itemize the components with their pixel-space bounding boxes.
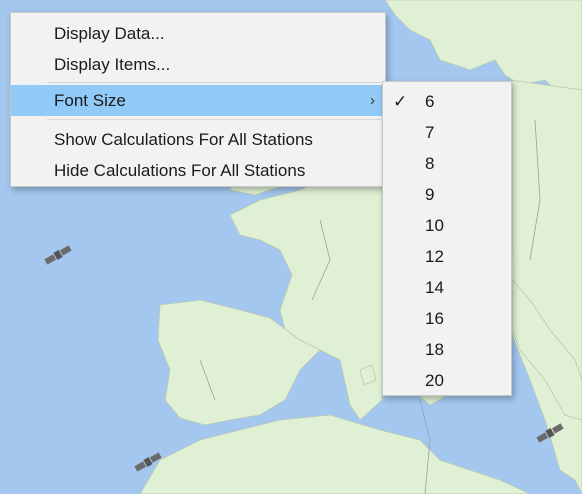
font-size-option[interactable]: 9 — [383, 179, 511, 210]
menu-separator — [47, 119, 381, 120]
font-size-option[interactable]: 20 — [383, 365, 511, 396]
font-size-label: 10 — [425, 216, 444, 235]
menu-item-display-items[interactable]: Display Items... — [11, 49, 385, 80]
font-size-label: 14 — [425, 278, 444, 297]
font-size-option[interactable]: 14 — [383, 272, 511, 303]
font-size-option[interactable]: 7 — [383, 117, 511, 148]
context-menu: Display Data... Display Items... Font Si… — [10, 12, 386, 187]
menu-item-hide-calculations[interactable]: Hide Calculations For All Stations — [11, 155, 385, 186]
menu-item-label: Hide Calculations For All Stations — [54, 161, 306, 180]
menu-item-label: Font Size — [54, 91, 126, 110]
menu-item-label: Show Calculations For All Stations — [54, 130, 313, 149]
menu-item-label: Display Data... — [54, 24, 165, 43]
menu-item-font-size[interactable]: Font Size › — [11, 85, 385, 116]
menu-item-label: Display Items... — [54, 55, 171, 74]
font-size-label: 9 — [425, 185, 435, 204]
font-size-label: 20 — [425, 371, 444, 390]
font-size-label: 6 — [425, 92, 435, 111]
chevron-right-icon: › — [370, 92, 375, 109]
font-size-option[interactable]: 16 — [383, 303, 511, 334]
font-size-label: 12 — [425, 247, 444, 266]
font-size-label: 7 — [425, 123, 435, 142]
font-size-option[interactable]: 8 — [383, 148, 511, 179]
font-size-option[interactable]: ✓ 6 — [383, 86, 511, 117]
font-size-label: 16 — [425, 309, 444, 328]
font-size-label: 18 — [425, 340, 444, 359]
menu-separator — [47, 82, 381, 83]
menu-item-display-data[interactable]: Display Data... — [11, 18, 385, 49]
font-size-option[interactable]: 12 — [383, 241, 511, 272]
menu-item-show-calculations[interactable]: Show Calculations For All Stations — [11, 124, 385, 155]
font-size-option[interactable]: 10 — [383, 210, 511, 241]
font-size-submenu: ✓ 6 7 8 9 10 12 14 16 18 20 — [382, 81, 512, 396]
checkmark-icon: ✓ — [393, 92, 408, 111]
font-size-option[interactable]: 18 — [383, 334, 511, 365]
font-size-label: 8 — [425, 154, 435, 173]
